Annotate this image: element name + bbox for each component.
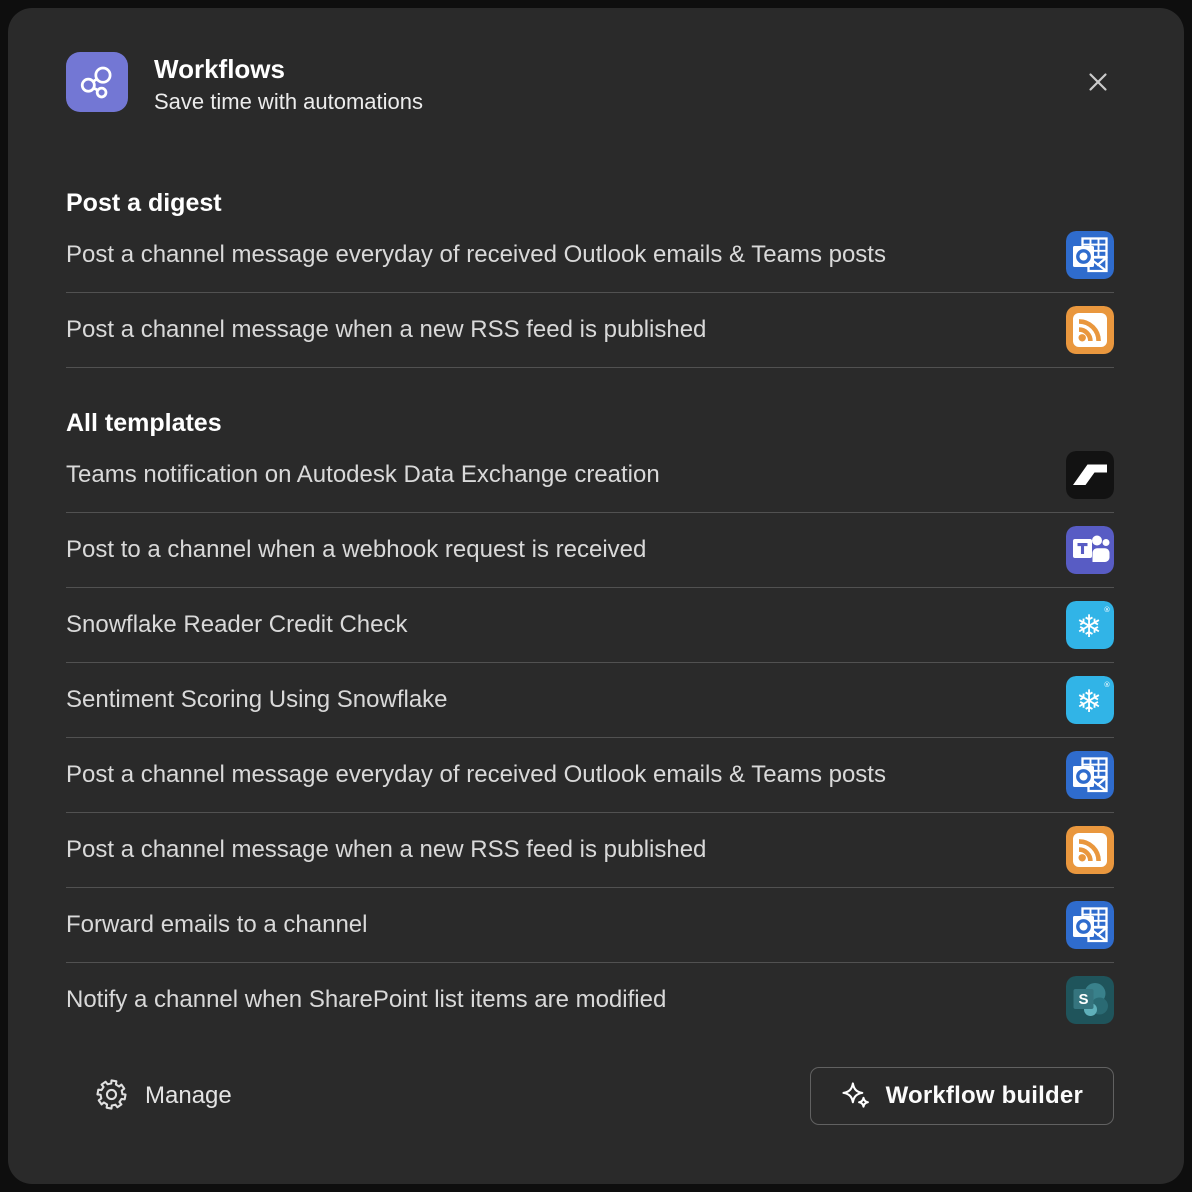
workflow-template-label: Post a channel message everyday of recei… bbox=[66, 241, 886, 269]
workflow-template-label: Sentiment Scoring Using Snowflake bbox=[66, 686, 448, 714]
dialog-subtitle: Save time with automations bbox=[154, 88, 423, 116]
rss-icon bbox=[1066, 826, 1114, 874]
svg-text:®: ® bbox=[1104, 606, 1111, 614]
workflow-template-row[interactable]: Post a channel message everyday of recei… bbox=[66, 218, 1114, 293]
template-sections: Post a digest Post a channel message ever… bbox=[66, 188, 1114, 1037]
dialog-title: Workflows bbox=[154, 53, 423, 85]
workflows-dialog: Workflows Save time with automations Pos… bbox=[8, 8, 1184, 1184]
close-icon bbox=[1082, 66, 1114, 98]
svg-text:❄: ❄ bbox=[1076, 609, 1102, 645]
workflow-template-label: Post to a channel when a webhook request… bbox=[66, 536, 646, 564]
workflow-template-row[interactable]: Forward emails to a channel bbox=[66, 888, 1114, 963]
workflow-glyph-icon bbox=[75, 60, 119, 104]
section-heading: Post a digest bbox=[66, 188, 1114, 218]
workflow-builder-button[interactable]: Workflow builder bbox=[810, 1067, 1114, 1125]
workflow-template-row[interactable]: Post a channel message everyday of recei… bbox=[66, 738, 1114, 813]
workflow-builder-label: Workflow builder bbox=[886, 1082, 1083, 1110]
sparkle-icon bbox=[841, 1081, 871, 1111]
rss-icon bbox=[1066, 306, 1114, 354]
outlook-icon bbox=[1066, 901, 1114, 949]
autodesk-icon bbox=[1066, 451, 1114, 499]
svg-text:®: ® bbox=[1104, 681, 1111, 689]
manage-label: Manage bbox=[145, 1082, 232, 1110]
workflow-template-label: Notify a channel when SharePoint list it… bbox=[66, 986, 666, 1014]
close-button[interactable] bbox=[1078, 62, 1118, 102]
workflows-app-icon bbox=[66, 52, 128, 112]
workflow-template-label: Post a channel message everyday of recei… bbox=[66, 761, 886, 789]
workflow-template-row[interactable]: Sentiment Scoring Using Snowflake ❄ ® bbox=[66, 663, 1114, 738]
gear-icon bbox=[96, 1079, 127, 1113]
workflow-template-row[interactable]: Notify a channel when SharePoint list it… bbox=[66, 963, 1114, 1037]
manage-button[interactable]: Manage bbox=[96, 1079, 232, 1113]
sharepoint-icon: S bbox=[1066, 976, 1114, 1024]
workflow-template-label: Post a channel message when a new RSS fe… bbox=[66, 316, 706, 344]
workflow-template-row[interactable]: Post a channel message when a new RSS fe… bbox=[66, 813, 1114, 888]
workflow-template-row[interactable]: Post a channel message when a new RSS fe… bbox=[66, 293, 1114, 368]
outlook-icon bbox=[1066, 751, 1114, 799]
snowflake-icon: ❄ ® bbox=[1066, 676, 1114, 724]
workflow-template-label: Forward emails to a channel bbox=[66, 911, 367, 939]
teams-icon bbox=[1066, 526, 1114, 574]
workflow-template-row[interactable]: Snowflake Reader Credit Check ❄ ® bbox=[66, 588, 1114, 663]
workflow-template-label: Teams notification on Autodesk Data Exch… bbox=[66, 461, 660, 489]
workflow-template-row[interactable]: Teams notification on Autodesk Data Exch… bbox=[66, 438, 1114, 513]
outlook-icon bbox=[1066, 231, 1114, 279]
workflow-template-row[interactable]: Post to a channel when a webhook request… bbox=[66, 513, 1114, 588]
section: All templates Teams notification on Autod… bbox=[66, 408, 1114, 1037]
svg-text:❄: ❄ bbox=[1076, 684, 1102, 720]
section: Post a digest Post a channel message ever… bbox=[66, 188, 1114, 368]
dialog-titles: Workflows Save time with automations bbox=[154, 52, 423, 116]
dialog-header: Workflows Save time with automations bbox=[66, 52, 1114, 116]
workflow-template-label: Post a channel message when a new RSS fe… bbox=[66, 836, 706, 864]
workflow-template-label: Snowflake Reader Credit Check bbox=[66, 611, 408, 639]
svg-text:S: S bbox=[1078, 991, 1088, 1008]
snowflake-icon: ❄ ® bbox=[1066, 601, 1114, 649]
section-heading: All templates bbox=[66, 408, 1114, 438]
dialog-footer: Manage Workflow builder bbox=[66, 1067, 1114, 1125]
